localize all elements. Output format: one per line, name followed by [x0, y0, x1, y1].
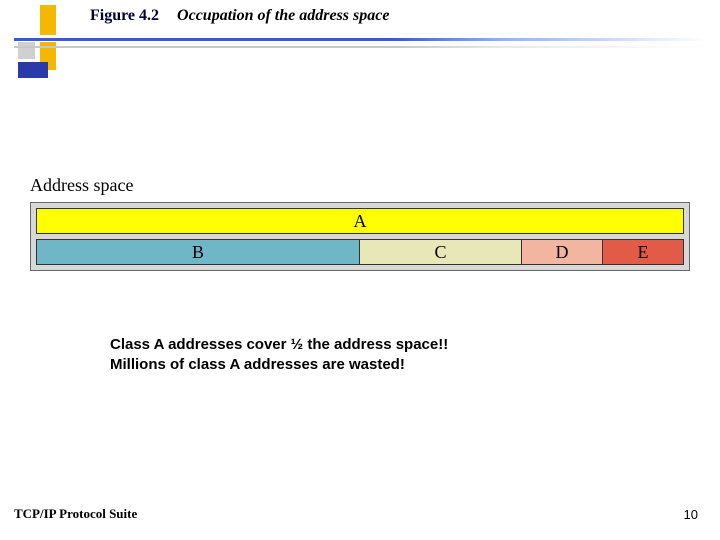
bar-row-a: A — [36, 208, 684, 234]
figure-address-space: Address space A B C D E — [30, 175, 690, 271]
segment-class-d: D — [522, 239, 603, 265]
bar-row-bcde: B C D E — [36, 239, 684, 265]
segment-class-e: E — [603, 239, 684, 265]
caption-block: Class A addresses cover ½ the address sp… — [110, 335, 448, 376]
page-number: 10 — [684, 507, 698, 522]
address-space-chart: A B C D E — [30, 202, 690, 271]
decoration-gray-square — [18, 42, 35, 59]
header-title: Figure 4.2 Occupation of the address spa… — [90, 7, 389, 25]
segment-class-c: C — [360, 239, 522, 265]
decoration-blue-bar — [18, 62, 48, 78]
caption-line-2: Millions of class A addresses are wasted… — [110, 355, 448, 375]
decoration-yellow-top — [40, 5, 56, 35]
figure-number: Figure 4.2 — [90, 7, 159, 24]
caption-line-1: Class A addresses cover ½ the address sp… — [110, 335, 448, 355]
figure-caption: Occupation of the address space — [177, 7, 389, 24]
header-rule-gray — [14, 46, 708, 48]
segment-class-a: A — [36, 208, 684, 234]
footer-source: TCP/IP Protocol Suite — [14, 506, 137, 522]
segment-class-b: B — [36, 239, 360, 265]
address-space-label: Address space — [30, 175, 690, 196]
slide-header: Figure 4.2 Occupation of the address spa… — [0, 0, 720, 95]
header-rule-blue — [14, 38, 708, 41]
